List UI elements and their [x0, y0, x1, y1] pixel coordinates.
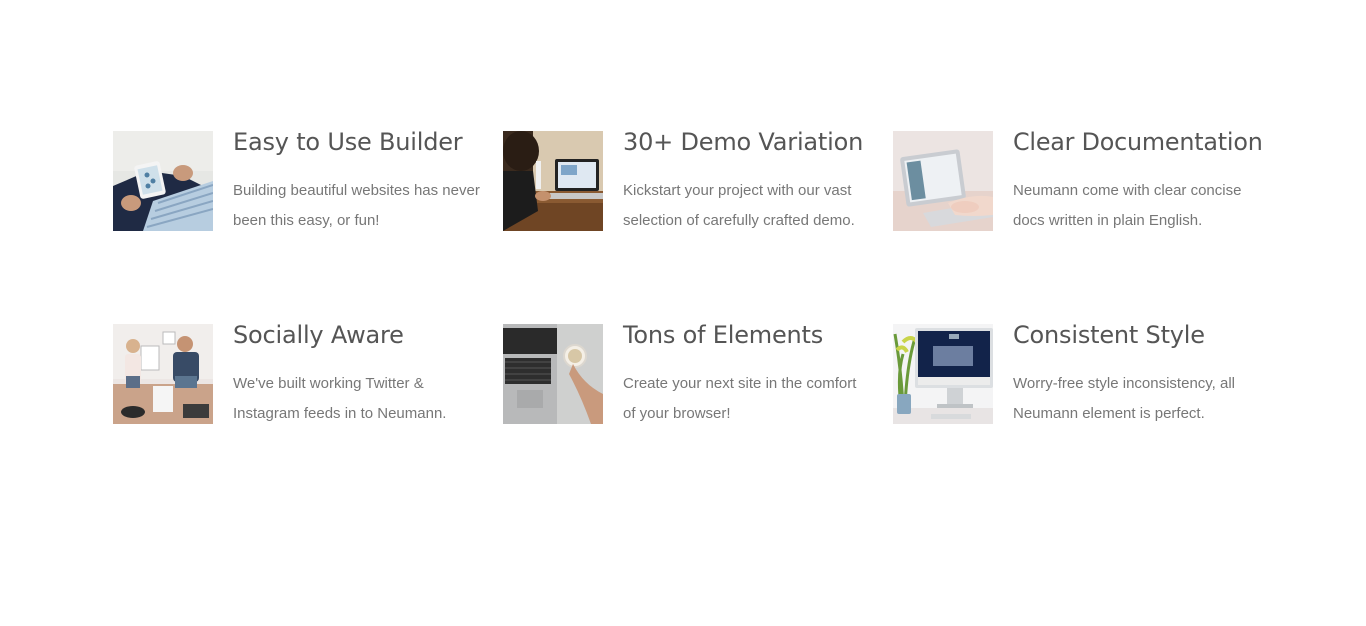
features-section: Easy to Use Builder Building beautiful w… — [0, 0, 1366, 626]
feature-description: We've built working Twitter & Instagram … — [233, 375, 447, 422]
feature-demo-variation: 30+ Demo Variation Kickstart your projec… — [503, 128, 873, 241]
feature-description: Create your next site in the comfort of … — [623, 375, 857, 422]
feature-tons-of-elements: Tons of Elements Create your next site i… — [503, 321, 873, 434]
imac-plant-photo-icon — [893, 324, 993, 424]
feature-description: Building beautiful websites has never be… — [233, 182, 480, 229]
laptop-typing-photo-icon — [893, 131, 993, 231]
feature-clear-documentation: Clear Documentation Neumann come with cl… — [893, 128, 1263, 241]
feature-easy-builder: Easy to Use Builder Building beautiful w… — [113, 128, 483, 241]
office-people-photo-icon — [113, 324, 213, 424]
feature-title: 30+ Demo Variation — [623, 128, 864, 156]
feature-title: Tons of Elements — [623, 321, 824, 349]
feature-description: Neumann come with clear concise docs wri… — [1013, 182, 1242, 229]
feature-description: Worry-free style inconsistency, all Neum… — [1013, 375, 1236, 422]
laptop-desk-photo-icon — [503, 131, 603, 231]
feature-title: Socially Aware — [233, 321, 404, 349]
feature-title: Consistent Style — [1013, 321, 1205, 349]
feature-consistent-style: Consistent Style Worry-free style incons… — [893, 321, 1263, 434]
feature-socially-aware: Socially Aware We've built working Twitt… — [113, 321, 483, 434]
tablet-photo-icon — [113, 131, 213, 231]
feature-title: Easy to Use Builder — [233, 128, 463, 156]
laptop-coffee-photo-icon — [503, 324, 603, 424]
feature-title: Clear Documentation — [1013, 128, 1263, 156]
feature-description: Kickstart your project with our vast sel… — [623, 182, 855, 229]
